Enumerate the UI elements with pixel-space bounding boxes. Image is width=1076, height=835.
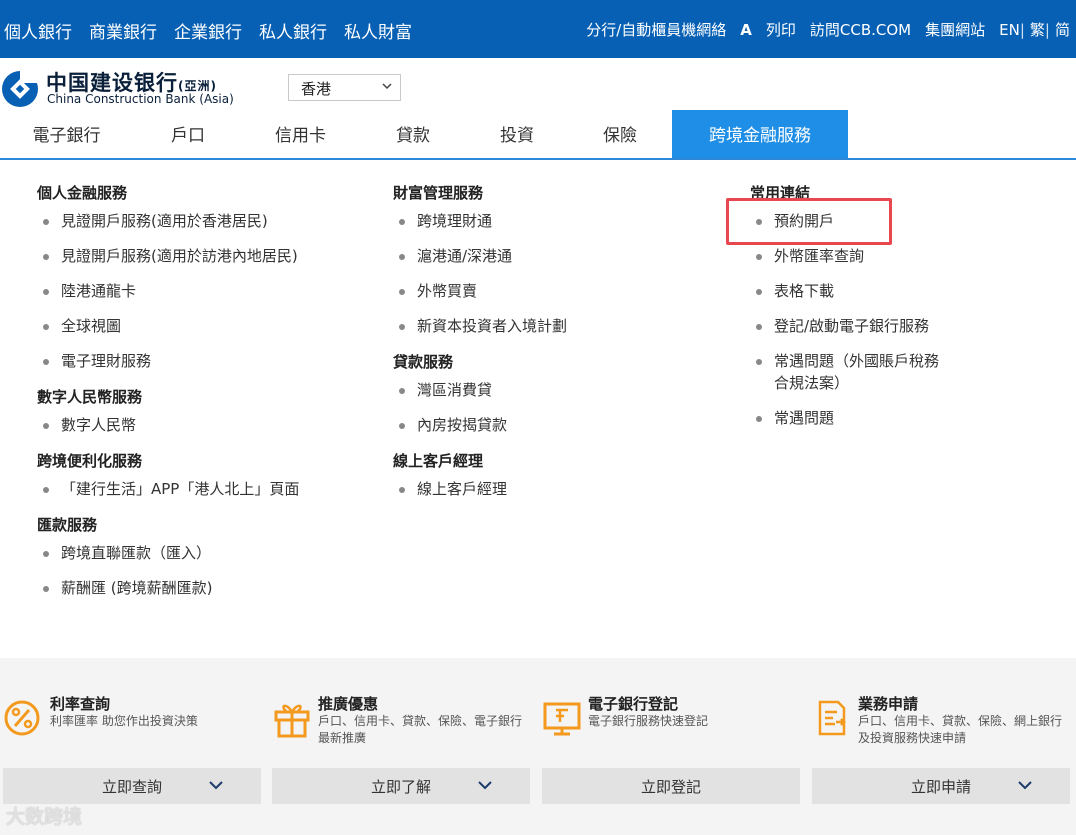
- region-value: 香港: [301, 80, 332, 98]
- menu-link[interactable]: 外幣買賣: [393, 280, 567, 302]
- menu-link[interactable]: 灣區消費貸: [393, 379, 567, 401]
- document-icon: [818, 700, 846, 736]
- region-select[interactable]: 香港: [288, 74, 401, 101]
- divider: |: [1044, 20, 1050, 39]
- chevron-down-icon: [1018, 781, 1032, 790]
- menu-link[interactable]: 新資本投資者入境計劃: [393, 315, 567, 337]
- card-desc: 戶口、信用卡、貸款、保險、電子銀行最新推廣: [318, 714, 523, 745]
- section-title: 貸款服務: [393, 353, 454, 371]
- menu-link[interactable]: 薪酬匯 (跨境薪酬匯款): [37, 577, 299, 599]
- divider: |: [1019, 20, 1025, 39]
- menu-link[interactable]: 內房按揭貸款: [393, 414, 567, 436]
- card-title: 電子銀行登記: [588, 695, 679, 713]
- menu-column-2: 財富管理服務 跨境理財通 滬港通/深港通 外幣買賣 新資本投資者入境計劃 貸款服…: [393, 182, 567, 500]
- nav-cross-border[interactable]: 跨境金融服務: [672, 110, 848, 158]
- button-label: 立即申請: [910, 778, 971, 796]
- section-title: 線上客戶經理: [393, 452, 484, 470]
- lang-tc[interactable]: 繁: [1030, 19, 1045, 40]
- card-desc: 利率匯率 助您作出投資決策: [50, 714, 198, 728]
- segment-wealth[interactable]: 私人財富: [344, 18, 412, 43]
- lang-sc[interactable]: 简: [1055, 19, 1070, 40]
- menu-link[interactable]: 跨境理財通: [393, 210, 567, 232]
- menu-link[interactable]: 表格下載: [750, 280, 960, 302]
- nav-loans[interactable]: 貸款: [358, 110, 468, 158]
- section-title: 數字人民幣服務: [37, 388, 143, 406]
- register-button[interactable]: 立即登記: [542, 768, 800, 804]
- menu-link[interactable]: 線上客戶經理: [393, 478, 567, 500]
- segment-personal[interactable]: 個人銀行: [4, 18, 72, 43]
- chevron-down-icon: [478, 781, 492, 790]
- nav-credit-card[interactable]: 信用卡: [243, 110, 358, 158]
- watermark: 大数跨境: [6, 806, 83, 828]
- card-title: 利率查詢: [50, 695, 111, 713]
- apply-button[interactable]: 立即申請: [812, 768, 1070, 804]
- monitor-icon: [543, 702, 581, 736]
- lang-en[interactable]: EN: [999, 21, 1020, 39]
- segment-commercial[interactable]: 商業銀行: [89, 18, 157, 43]
- visit-ccb-link[interactable]: 訪問CCB.COM: [810, 19, 911, 40]
- menu-link[interactable]: 常遇問題（外國賬戶稅務 合規法案）: [750, 350, 960, 394]
- menu-link[interactable]: 外幣匯率查詢: [750, 245, 960, 267]
- menu-link[interactable]: 常遇問題: [750, 407, 960, 429]
- top-bar: 個人銀行 商業銀行 企業銀行 私人銀行 私人財富 分行/自動櫃員機網絡 A 列印…: [0, 0, 1076, 58]
- menu-link[interactable]: 滬港通/深港通: [393, 245, 567, 267]
- menu-link[interactable]: 數字人民幣: [37, 414, 299, 436]
- rates-button[interactable]: 立即查詢: [3, 768, 261, 804]
- menu-link[interactable]: 登記/啟動電子銀行服務: [750, 315, 960, 337]
- menu-link[interactable]: 全球視圖: [37, 315, 299, 337]
- nav-insurance[interactable]: 保險: [566, 110, 674, 158]
- utility-links: 分行/自動櫃員機網絡 A 列印 訪問CCB.COM 集團網站 EN | 繁 | …: [572, 19, 1070, 40]
- nav-ebanking[interactable]: 電子銀行: [0, 110, 133, 158]
- segment-corporate[interactable]: 企業銀行: [174, 18, 242, 43]
- main-nav: 電子銀行 戶口 信用卡 貸款 投資 保險 跨境金融服務: [0, 110, 1076, 160]
- segment-private[interactable]: 私人銀行: [259, 18, 327, 43]
- menu-link[interactable]: 電子理財服務: [37, 350, 299, 372]
- button-label: 立即登記: [640, 778, 701, 796]
- menu-link[interactable]: 跨境直聯匯款（匯入）: [37, 542, 299, 564]
- promotions-button[interactable]: 立即了解: [272, 768, 530, 804]
- section-title: 跨境便利化服務: [37, 452, 143, 470]
- card-desc: 電子銀行服務快速登記: [588, 714, 709, 728]
- section-title: 匯款服務: [37, 516, 98, 534]
- nav-accounts[interactable]: 戶口: [133, 110, 243, 158]
- button-label: 立即查詢: [101, 778, 162, 796]
- section-title: 財富管理服務: [393, 184, 484, 202]
- card-title: 業務申請: [858, 695, 919, 713]
- highlight-box: [726, 198, 892, 245]
- bank-logo[interactable]: 中国建设银行(亞洲) China Construction Bank (Asia…: [0, 69, 270, 109]
- branch-atm-link[interactable]: 分行/自動櫃員機網絡: [586, 19, 726, 40]
- text-size-icon[interactable]: A: [740, 21, 752, 39]
- menu-link[interactable]: 見證開戶服務(適用於香港居民): [37, 210, 299, 232]
- menu-link[interactable]: 「建行生活」APP「港人北上」頁面: [37, 478, 299, 500]
- percent-icon: [4, 700, 40, 736]
- card-desc: 戶口、信用卡、貸款、保險、網上銀行及投資服務快速申請: [858, 714, 1063, 745]
- logo-english: China Construction Bank (Asia): [47, 92, 234, 106]
- menu-link[interactable]: 陸港通龍卡: [37, 280, 299, 302]
- button-label: 立即了解: [370, 778, 431, 796]
- gift-icon: [274, 704, 310, 738]
- section-title: 個人金融服務: [37, 184, 128, 202]
- segment-nav: 個人銀行 商業銀行 企業銀行 私人銀行 私人財富: [4, 18, 412, 43]
- group-site-link[interactable]: 集團網站: [925, 19, 985, 40]
- print-link[interactable]: 列印: [766, 19, 796, 40]
- menu-link[interactable]: 見證開戶服務(適用於訪港內地居民): [37, 245, 299, 267]
- nav-investment[interactable]: 投資: [468, 110, 566, 158]
- card-title: 推廣優惠: [318, 695, 379, 713]
- chevron-down-icon: [382, 83, 392, 90]
- chevron-down-icon: [209, 781, 223, 790]
- ccb-logo-icon: [2, 69, 40, 107]
- menu-column-1: 個人金融服務 見證開戶服務(適用於香港居民) 見證開戶服務(適用於訪港內地居民)…: [37, 182, 299, 599]
